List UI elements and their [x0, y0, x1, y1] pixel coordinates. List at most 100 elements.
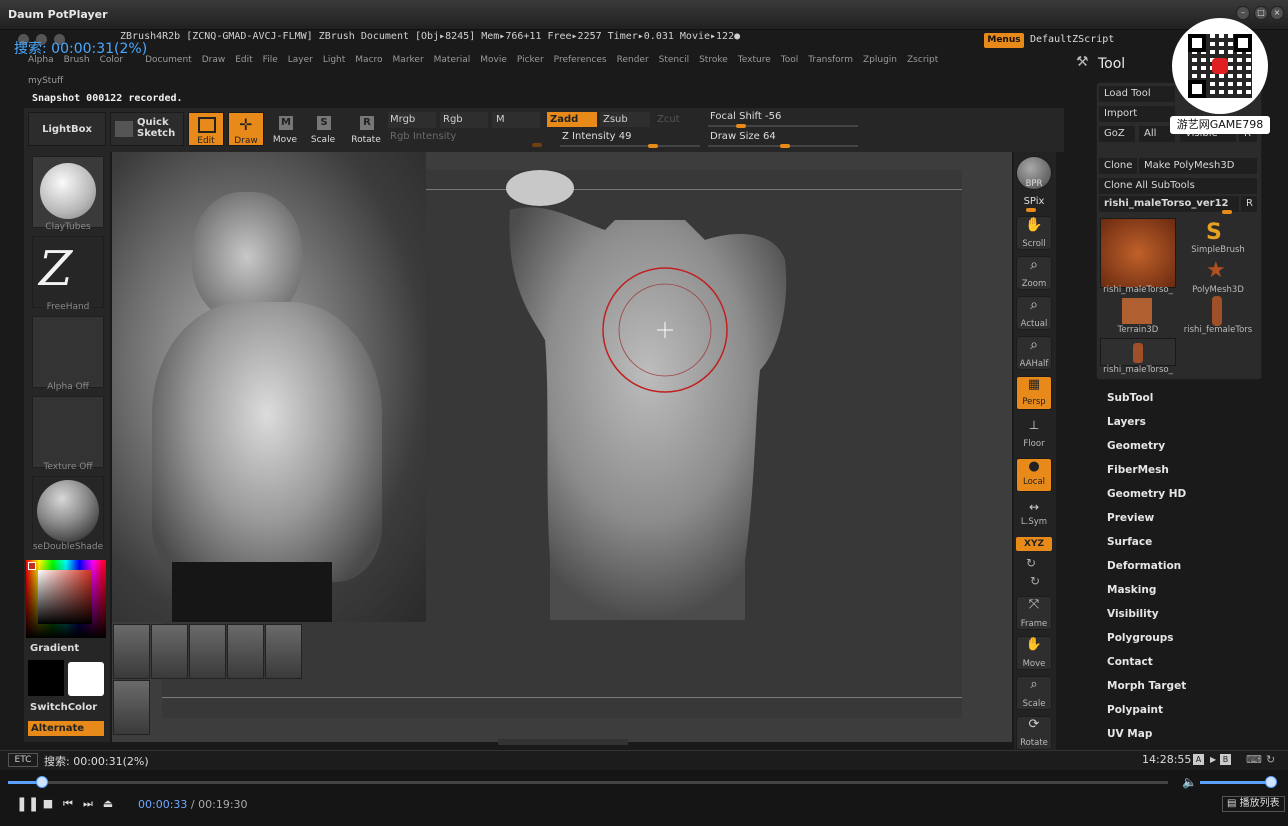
reference-thumb[interactable] — [227, 624, 264, 679]
menu-file[interactable]: File — [263, 55, 278, 69]
focal-shift-slider[interactable]: Focal Shift -56 — [710, 111, 781, 122]
clone-all-subtools-button[interactable]: Clone All SubTools — [1099, 178, 1257, 194]
draw-size-slider[interactable]: Draw Size 64 — [710, 131, 776, 142]
seek-knob[interactable] — [35, 776, 48, 788]
edit-button[interactable]: Edit — [188, 112, 224, 146]
next-icon[interactable]: ⏭ — [80, 796, 96, 812]
menu-render[interactable]: Render — [617, 55, 649, 69]
alpha-tile[interactable] — [32, 316, 104, 388]
goz-button[interactable]: GoZ — [1099, 126, 1135, 142]
load-tool-button[interactable]: Load Tool — [1099, 86, 1175, 102]
section-morph-target[interactable]: Morph Target — [1107, 680, 1186, 692]
draw-button[interactable]: ✛ Draw — [228, 112, 264, 146]
move-button[interactable]: M Move — [268, 112, 302, 146]
menu-zplugin[interactable]: Zplugin — [863, 55, 897, 69]
section-visibility[interactable]: Visibility — [1107, 608, 1159, 620]
section-uv-map[interactable]: UV Map — [1107, 728, 1152, 740]
mrgb-button[interactable]: Mrgb — [388, 112, 436, 128]
volume-knob[interactable] — [1265, 776, 1277, 788]
a-marker-icon[interactable]: A — [1193, 754, 1204, 765]
gradient-label[interactable]: Gradient — [30, 643, 79, 654]
subtitle-icon[interactable]: ⌨ — [1246, 753, 1262, 766]
eject-icon[interactable]: ⏏ — [100, 796, 116, 812]
section-layers[interactable]: Layers — [1107, 416, 1146, 428]
z-intensity-slider[interactable]: Z Intensity 49 — [562, 131, 631, 142]
menu-picker[interactable]: Picker — [517, 55, 544, 69]
menu-light[interactable]: Light — [323, 55, 345, 69]
section-polygroups[interactable]: Polygroups — [1107, 632, 1174, 644]
zcut-button[interactable]: Zcut — [655, 112, 705, 127]
default-zscript-button[interactable]: DefaultZScript — [1030, 34, 1114, 45]
sculpt-torso-model[interactable] — [505, 170, 795, 624]
quick-sketch-button[interactable]: Quick Sketch — [110, 112, 184, 146]
current-tool-r-button[interactable]: R — [1241, 196, 1257, 212]
subtool-thumb-malettorso-2[interactable] — [1100, 338, 1176, 366]
alternate-button[interactable]: Alternate — [28, 721, 104, 736]
polymesh3d-star-icon[interactable]: ★ — [1206, 258, 1226, 283]
pause-icon[interactable]: ❚❚ — [16, 796, 39, 812]
primary-color-swatch[interactable] — [68, 662, 104, 696]
section-geometry-hd[interactable]: Geometry HD — [1107, 488, 1186, 500]
section-surface[interactable]: Surface — [1107, 536, 1152, 548]
menu-texture[interactable]: Texture — [738, 55, 771, 69]
menus-button[interactable]: Menus — [984, 33, 1024, 48]
player-logo[interactable]: Daum PotPlayer — [8, 8, 108, 21]
xyz-button[interactable]: XYZ — [1016, 537, 1052, 551]
maximize-icon[interactable]: □ — [1254, 6, 1268, 20]
tool-pin-icon[interactable]: ⚒ — [1076, 54, 1089, 70]
menu-stencil[interactable]: Stencil — [659, 55, 689, 69]
menu-preferences[interactable]: Preferences — [554, 55, 607, 69]
make-polymesh-button[interactable]: Make PolyMesh3D — [1139, 158, 1257, 174]
menu-edit[interactable]: Edit — [235, 55, 252, 69]
section-polypaint[interactable]: Polypaint — [1107, 704, 1163, 716]
section-subtool[interactable]: SubTool — [1107, 392, 1153, 404]
color-picker[interactable] — [26, 560, 106, 638]
switchcolor-button[interactable]: SwitchColor — [30, 702, 97, 713]
canvas-bottom-handle[interactable] — [498, 739, 628, 745]
texture-tile[interactable] — [32, 396, 104, 468]
m-button[interactable]: M — [492, 112, 540, 128]
repeat-icon[interactable]: ↻ — [1266, 753, 1275, 766]
menu-color[interactable]: Color — [100, 55, 124, 69]
menu-movie[interactable]: Movie — [480, 55, 507, 69]
volume-slider[interactable] — [1200, 781, 1272, 784]
section-masking[interactable]: Masking — [1107, 584, 1156, 596]
rotate-button[interactable]: R Rotate — [346, 112, 386, 146]
menu-transform[interactable]: Transform — [808, 55, 853, 69]
menu-alpha[interactable]: Alpha — [28, 55, 54, 69]
section-deformation[interactable]: Deformation — [1107, 560, 1181, 572]
rgb-intensity-knob[interactable] — [532, 143, 542, 147]
playlist-button[interactable]: ▤ 播放列表 — [1222, 796, 1285, 812]
terrain3d-icon[interactable] — [1122, 298, 1152, 324]
femaletorso-icon[interactable] — [1212, 296, 1222, 326]
etc-button[interactable]: ETC — [8, 753, 38, 767]
menu-brush[interactable]: Brush — [64, 55, 90, 69]
reference-thumb[interactable] — [113, 624, 150, 679]
menu-marker[interactable]: Marker — [393, 55, 424, 69]
reference-thumb[interactable] — [189, 624, 226, 679]
material-tile[interactable] — [32, 476, 104, 548]
color-picker-square[interactable] — [38, 570, 92, 624]
volume-icon[interactable]: 🔈 — [1182, 775, 1197, 789]
brush-tile[interactable] — [32, 156, 104, 228]
tool-palette-title[interactable]: Tool — [1098, 56, 1125, 72]
stroke-tile[interactable]: Z — [32, 236, 104, 308]
scale-button[interactable]: S Scale — [306, 112, 340, 146]
menu-layer[interactable]: Layer — [288, 55, 313, 69]
menu-tool[interactable]: Tool — [781, 55, 798, 69]
rgb-button[interactable]: Rgb — [440, 112, 488, 128]
seek-bar[interactable] — [8, 781, 1168, 784]
menu-draw[interactable]: Draw — [202, 55, 226, 69]
simplebrush-icon[interactable]: S — [1206, 220, 1222, 245]
z-intensity-knob[interactable] — [648, 144, 658, 148]
section-preview[interactable]: Preview — [1107, 512, 1154, 524]
rotate-y-icon[interactable]: ↻ — [1026, 556, 1036, 570]
menu-document[interactable]: Document — [145, 55, 192, 69]
clone-button[interactable]: Clone — [1099, 158, 1137, 174]
menu-stroke[interactable]: Stroke — [699, 55, 728, 69]
draw-size-knob[interactable] — [780, 144, 790, 148]
section-fibermesh[interactable]: FiberMesh — [1107, 464, 1169, 476]
rotate-z-icon[interactable]: ↻ — [1030, 574, 1040, 588]
zsub-button[interactable]: Zsub — [600, 112, 650, 127]
b-marker-icon[interactable]: B — [1220, 754, 1231, 765]
